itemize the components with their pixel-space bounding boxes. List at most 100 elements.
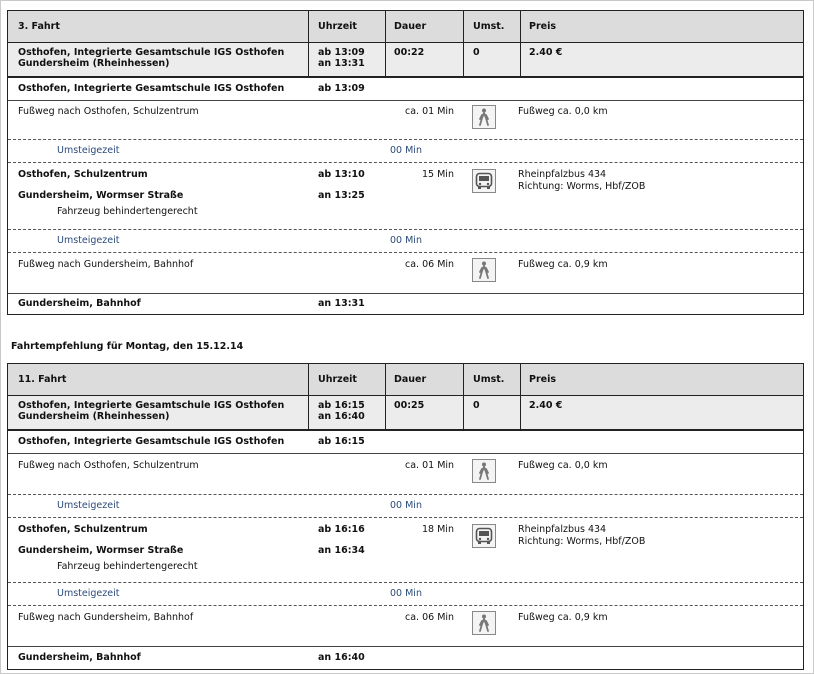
summary-arrival: an 16:40 bbox=[318, 411, 365, 422]
column-changes: Umst. bbox=[473, 374, 505, 385]
trip-summary[interactable]: Osthofen, Integrierte Gesamtschule IGS O… bbox=[8, 396, 803, 431]
end-stop-row: Gundersheim, Bahnhof an 13:31 bbox=[8, 294, 803, 314]
column-duration: Dauer bbox=[394, 374, 427, 385]
walk-text: Fußweg nach Osthofen, Schulzentrum bbox=[18, 106, 199, 117]
summary-changes: 0 bbox=[473, 400, 480, 411]
accessibility-note: Fahrzeug behindertengerecht bbox=[57, 561, 198, 572]
recommendation-heading: Fahrtempfehlung für Montag, den 15.12.14 bbox=[11, 341, 244, 352]
transfer-label: Umsteigezeit bbox=[57, 500, 120, 511]
walk-row: Fußweg nach Gundersheim, Bahnhof ca. 06 … bbox=[8, 253, 803, 294]
walk-text: Fußweg nach Osthofen, Schulzentrum bbox=[18, 460, 199, 471]
start-time: ab 13:09 bbox=[318, 83, 365, 94]
walk-info: Fußweg ca. 0,0 km bbox=[518, 460, 608, 471]
end-stop: Gundersheim, Bahnhof bbox=[18, 298, 141, 309]
walk-duration: ca. 06 Min bbox=[405, 612, 455, 623]
summary-from: Osthofen, Integrierte Gesamtschule IGS O… bbox=[18, 47, 285, 58]
transfer-duration: 00 Min bbox=[390, 235, 422, 246]
bus-from: Osthofen, Schulzentrum bbox=[18, 169, 148, 180]
end-time: an 13:31 bbox=[318, 298, 365, 309]
summary-duration: 00:25 bbox=[394, 400, 425, 411]
pedestrian-icon bbox=[472, 258, 496, 282]
bus-icon bbox=[472, 169, 496, 193]
column-divider bbox=[308, 364, 309, 395]
column-divider bbox=[385, 396, 386, 429]
end-stop-row: Gundersheim, Bahnhof an 16:40 bbox=[8, 647, 803, 669]
bus-direction: Richtung: Worms, Hbf/ZOB bbox=[518, 536, 646, 547]
column-duration: Dauer bbox=[394, 21, 427, 32]
summary-duration: 00:22 bbox=[394, 47, 425, 58]
summary-departure: ab 16:15 bbox=[318, 400, 365, 411]
start-stop: Osthofen, Integrierte Gesamtschule IGS O… bbox=[18, 83, 285, 94]
bus-duration: 18 Min bbox=[422, 524, 454, 535]
column-divider bbox=[520, 43, 521, 76]
transfer-duration: 00 Min bbox=[390, 588, 422, 599]
bus-from: Osthofen, Schulzentrum bbox=[18, 524, 148, 535]
start-time: ab 16:15 bbox=[318, 436, 365, 447]
bus-icon bbox=[472, 524, 496, 548]
walk-duration: ca. 01 Min bbox=[405, 106, 455, 117]
summary-arrival: an 13:31 bbox=[318, 58, 365, 69]
column-divider bbox=[463, 43, 464, 76]
start-stop-row: Osthofen, Integrierte Gesamtschule IGS O… bbox=[8, 78, 803, 101]
trip-summary[interactable]: Osthofen, Integrierte Gesamtschule IGS O… bbox=[8, 43, 803, 78]
transfer-duration: 00 Min bbox=[390, 145, 422, 156]
summary-price: 2.40 € bbox=[529, 47, 563, 58]
column-divider bbox=[520, 11, 521, 42]
column-divider bbox=[308, 43, 309, 76]
summary-changes: 0 bbox=[473, 47, 480, 58]
walk-info: Fußweg ca. 0,9 km bbox=[518, 259, 608, 270]
start-stop: Osthofen, Integrierte Gesamtschule IGS O… bbox=[18, 436, 285, 447]
column-divider bbox=[463, 364, 464, 395]
trip-header: 3. Fahrt Uhrzeit Dauer Umst. Preis bbox=[8, 11, 803, 43]
column-time: Uhrzeit bbox=[318, 21, 357, 32]
bus-to: Gundersheim, Wormser Straße bbox=[18, 190, 184, 201]
column-divider bbox=[308, 11, 309, 42]
column-divider bbox=[385, 11, 386, 42]
column-divider bbox=[463, 11, 464, 42]
pedestrian-icon bbox=[472, 459, 496, 483]
bus-arrival: an 16:34 bbox=[318, 545, 365, 556]
bus-direction: Richtung: Worms, Hbf/ZOB bbox=[518, 181, 646, 192]
bus-row: Osthofen, Schulzentrum ab 16:16 18 Min R… bbox=[8, 518, 803, 583]
summary-to: Gundersheim (Rheinhessen) bbox=[18, 411, 170, 422]
transfer-row: Umsteigezeit 00 Min bbox=[8, 140, 803, 163]
walk-row: Fußweg nach Gundersheim, Bahnhof ca. 06 … bbox=[8, 606, 803, 647]
transfer-label: Umsteigezeit bbox=[57, 588, 120, 599]
walk-duration: ca. 01 Min bbox=[405, 460, 455, 471]
summary-from: Osthofen, Integrierte Gesamtschule IGS O… bbox=[18, 400, 285, 411]
column-divider bbox=[308, 396, 309, 429]
trip-table-2: 11. Fahrt Uhrzeit Dauer Umst. Preis Osth… bbox=[7, 363, 804, 670]
column-changes: Umst. bbox=[473, 21, 505, 32]
pedestrian-icon bbox=[472, 105, 496, 129]
column-divider bbox=[463, 396, 464, 429]
summary-to: Gundersheim (Rheinhessen) bbox=[18, 58, 170, 69]
bus-line: Rheinpfalzbus 434 bbox=[518, 169, 607, 180]
bus-to: Gundersheim, Wormser Straße bbox=[18, 545, 184, 556]
walk-info: Fußweg ca. 0,9 km bbox=[518, 612, 608, 623]
transfer-row: Umsteigezeit 00 Min bbox=[8, 495, 803, 518]
column-divider bbox=[520, 396, 521, 429]
bus-row: Osthofen, Schulzentrum ab 13:10 15 Min R… bbox=[8, 163, 803, 230]
summary-price: 2.40 € bbox=[529, 400, 563, 411]
walk-duration: ca. 06 Min bbox=[405, 259, 455, 270]
trip-table-1: 3. Fahrt Uhrzeit Dauer Umst. Preis Ostho… bbox=[7, 10, 804, 315]
start-stop-row: Osthofen, Integrierte Gesamtschule IGS O… bbox=[8, 431, 803, 454]
trip-name: 11. Fahrt bbox=[18, 374, 67, 385]
walk-info: Fußweg ca. 0,0 km bbox=[518, 106, 608, 117]
transfer-label: Umsteigezeit bbox=[57, 145, 120, 156]
transfer-label: Umsteigezeit bbox=[57, 235, 120, 246]
bus-departure: ab 13:10 bbox=[318, 169, 365, 180]
column-divider bbox=[385, 364, 386, 395]
column-price: Preis bbox=[529, 21, 557, 32]
bus-departure: ab 16:16 bbox=[318, 524, 365, 535]
transfer-duration: 00 Min bbox=[390, 500, 422, 511]
walk-row: Fußweg nach Osthofen, Schulzentrum ca. 0… bbox=[8, 454, 803, 495]
transfer-row: Umsteigezeit 00 Min bbox=[8, 230, 803, 253]
column-divider bbox=[520, 364, 521, 395]
walk-row: Fußweg nach Osthofen, Schulzentrum ca. 0… bbox=[8, 101, 803, 140]
accessibility-note: Fahrzeug behindertengerecht bbox=[57, 206, 198, 217]
transfer-row: Umsteigezeit 00 Min bbox=[8, 583, 803, 606]
walk-text: Fußweg nach Gundersheim, Bahnhof bbox=[18, 259, 194, 270]
bus-arrival: an 13:25 bbox=[318, 190, 365, 201]
trip-name: 3. Fahrt bbox=[18, 21, 60, 32]
